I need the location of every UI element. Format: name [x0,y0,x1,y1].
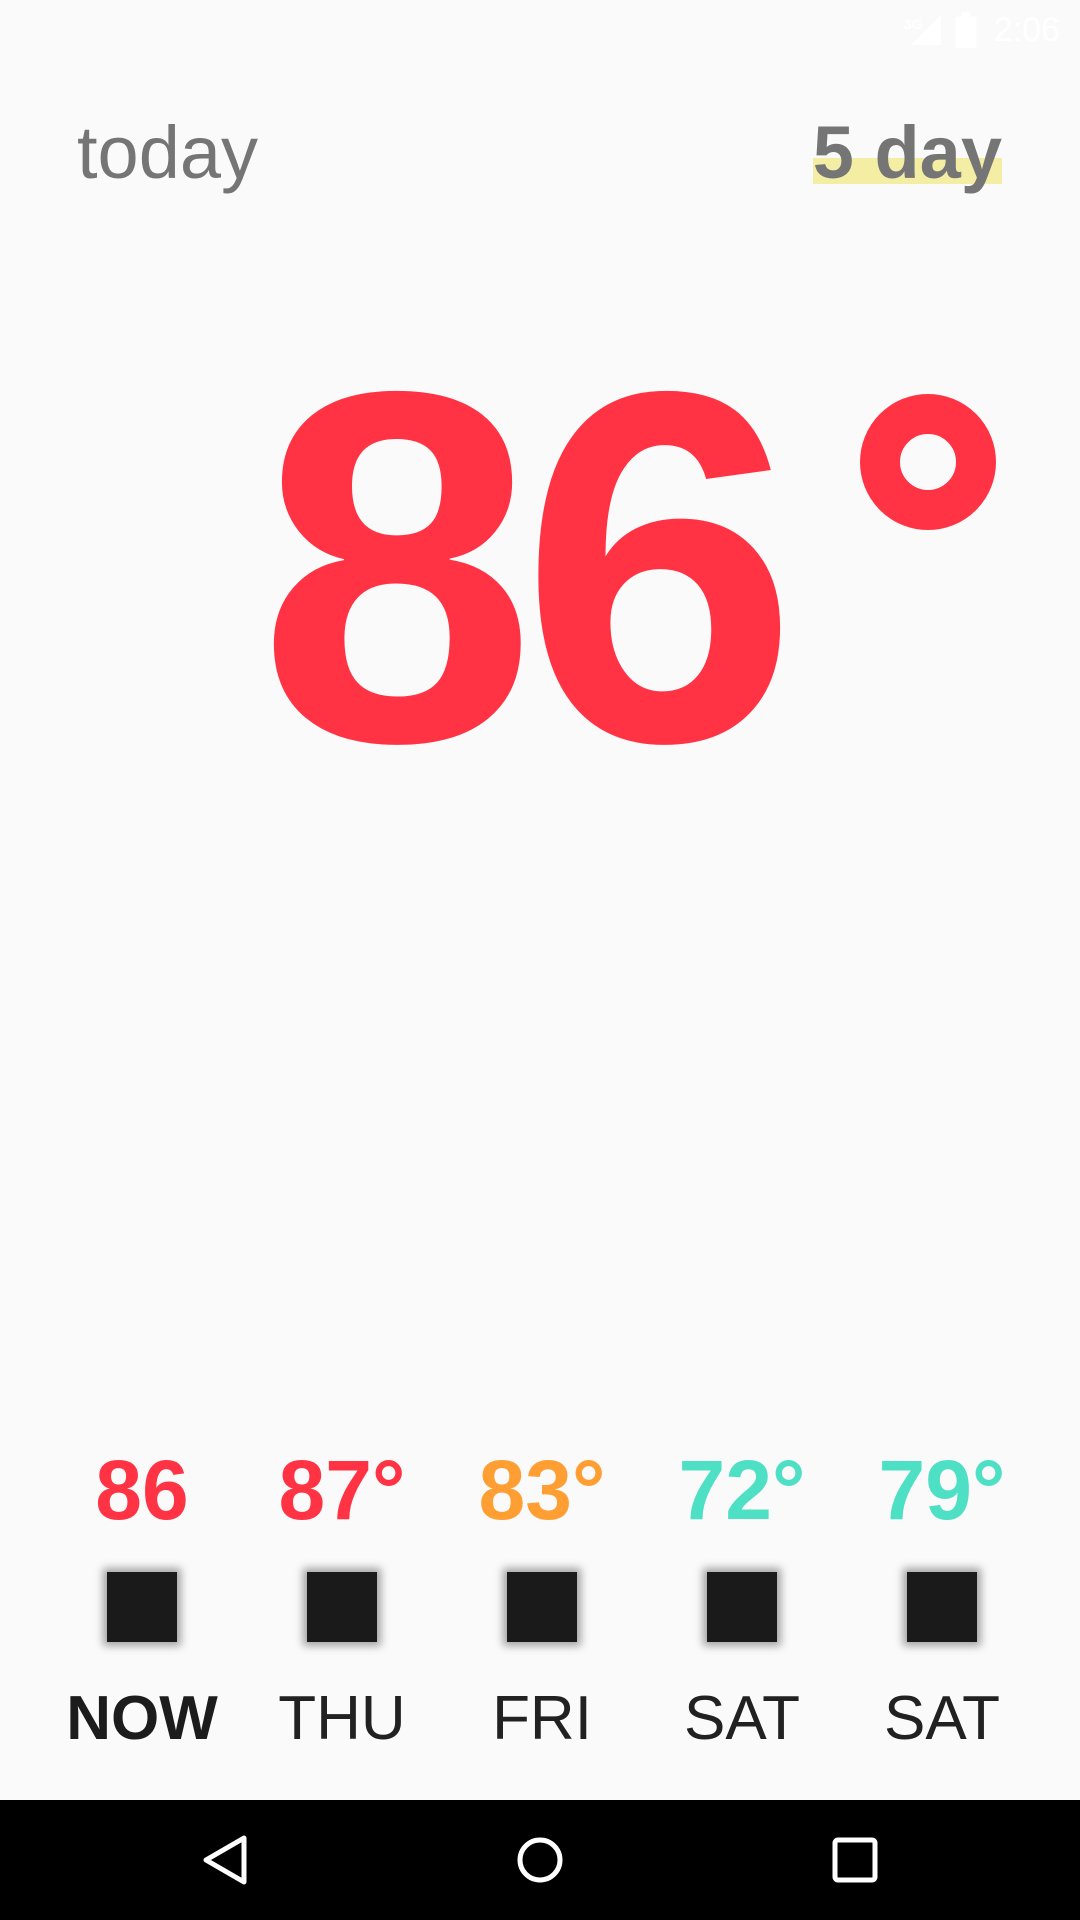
forecast-day-label: THU [278,1684,406,1753]
weather-icon [507,1572,577,1642]
forecast-day-label: SAT [884,1684,1000,1753]
forecast-day[interactable]: 87° THU [242,1440,442,1754]
forecast-day-label: FRI [492,1684,592,1753]
signal-icon [910,15,941,45]
weather-icon [307,1572,377,1642]
tab-5-day-label: 5 day [812,111,1002,194]
forecast-day-label: SAT [684,1684,800,1753]
degree-symbol [860,394,996,530]
forecast-day[interactable]: 86 NOW [42,1440,242,1754]
forecast-day-label: NOW [66,1684,218,1753]
current-temperature: 86 [258,287,798,846]
forecast-temperature: 86 [95,1443,189,1537]
back-icon[interactable] [196,1830,256,1890]
tab-today[interactable]: today [77,108,258,198]
degree-ring [860,394,996,530]
recents-icon[interactable] [825,1830,885,1890]
forecast-temperature: 72° [678,1443,806,1537]
status-icons: 3G 2:06 [904,6,1060,54]
navigation-bar [0,1800,1080,1920]
battery-icon [955,12,977,48]
forecast-temperature: 79° [878,1443,1006,1537]
forecast-day[interactable]: 79° SAT [842,1440,1042,1754]
tab-5-day[interactable]: 5 day [812,108,1002,198]
weather-icon [107,1572,177,1642]
status-bar: 3G 2:06 [0,0,1080,60]
forecast-strip: 86 NOW 87° THU 83° FRI 72° SAT 79° SAT [42,1440,1042,1754]
signal-indicator: 3G [904,10,944,50]
forecast-temperature: 87° [278,1443,406,1537]
weather-icon [707,1572,777,1642]
weather-icon [907,1572,977,1642]
forecast-day[interactable]: 83° FRI [442,1440,642,1754]
forecast-day[interactable]: 72° SAT [642,1440,842,1754]
home-icon[interactable] [510,1830,570,1890]
status-clock: 2:06 [993,10,1060,49]
forecast-temperature: 83° [478,1443,606,1537]
tab-5-day-wrapper: 5 day [812,108,1002,198]
